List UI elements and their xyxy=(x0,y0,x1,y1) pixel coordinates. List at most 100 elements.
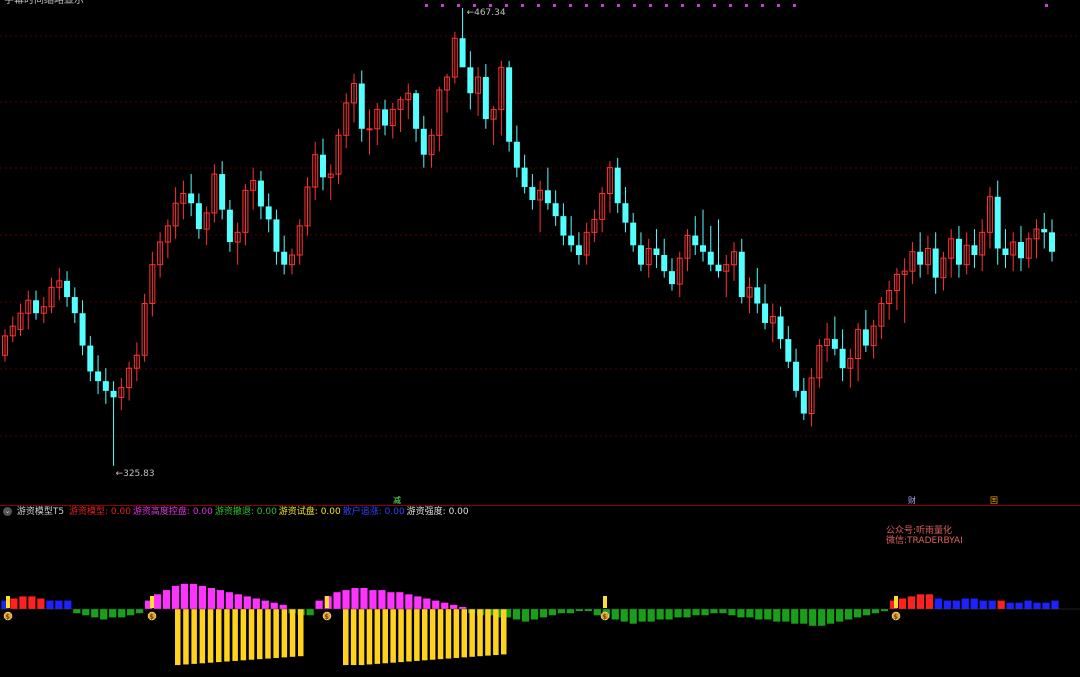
top-marker-dot xyxy=(457,4,460,7)
indicator-bar xyxy=(557,609,566,614)
candle-body xyxy=(87,345,94,372)
candle-body xyxy=(513,141,520,168)
candle-body xyxy=(521,167,528,188)
yellow-bar xyxy=(175,609,181,666)
candle-body xyxy=(257,180,264,207)
indicator-bar xyxy=(548,609,557,616)
indicator-bar xyxy=(979,600,987,609)
top-marker-dot xyxy=(745,4,748,7)
indicator-bar xyxy=(988,600,996,609)
yellow-bar xyxy=(298,609,304,657)
candle-body xyxy=(575,245,582,255)
indicator-bar xyxy=(37,598,45,609)
indicator-bar xyxy=(109,609,117,618)
candle-body xyxy=(661,254,668,272)
candle-body xyxy=(994,196,1001,249)
yellow-bar xyxy=(240,609,247,661)
yellow-bar xyxy=(453,609,460,658)
indicator-bar xyxy=(970,598,978,609)
yellow-bar xyxy=(390,609,396,663)
indicator-bar xyxy=(243,596,251,609)
candle-body xyxy=(273,219,280,252)
indicator-bar xyxy=(809,609,817,626)
candle-body xyxy=(459,38,466,68)
top-marker-dot xyxy=(553,4,556,7)
candle-body xyxy=(831,339,838,349)
candle-body xyxy=(188,193,195,204)
indicator-bar xyxy=(907,596,916,609)
yellow-bar xyxy=(350,609,357,666)
marker-label: $ xyxy=(603,613,607,621)
candlestick-chart[interactable]: 字幕时间缩略显示 ←467.34 ←325.83 减 财 囯 $ $ $ $ $ xyxy=(0,0,1080,677)
legend-item: 散户追涨: 0.00 xyxy=(342,507,405,517)
indicator-bar xyxy=(10,598,18,609)
indicator-bar xyxy=(64,600,72,609)
yellow-bar xyxy=(199,609,206,664)
yellow-bar xyxy=(406,609,412,662)
top-marker-dot xyxy=(585,4,588,7)
candle-body xyxy=(95,371,102,382)
indicator-bar xyxy=(450,604,458,609)
yellow-bar xyxy=(366,609,373,665)
indicator-bar xyxy=(82,609,90,616)
legend-item: 游资撤退: 0.00 xyxy=(214,507,277,517)
candle-body xyxy=(467,67,474,94)
yellow-bar xyxy=(493,609,499,656)
indicator-bar xyxy=(55,600,63,609)
indicator-bar xyxy=(279,604,287,609)
yellow-bar xyxy=(289,609,296,657)
candle-body xyxy=(506,67,513,142)
collapse-icon[interactable]: ⌄ xyxy=(3,507,12,516)
marker-label: $ xyxy=(325,613,329,621)
marker-label: $ xyxy=(894,613,898,621)
indicator-bar xyxy=(620,609,628,622)
candle-body xyxy=(482,77,489,120)
candle-body xyxy=(692,235,699,246)
top-marker-dot xyxy=(473,4,476,7)
legend-item: 游资高度控盘: 0.00 xyxy=(132,507,213,517)
indicator-bar xyxy=(405,594,413,609)
indicator-bar xyxy=(746,609,754,618)
candle-body xyxy=(79,313,86,346)
indicator-bar xyxy=(378,590,386,609)
indicator-bar xyxy=(432,600,440,609)
indicator-bar xyxy=(252,598,260,609)
marker-label: $ xyxy=(150,613,154,621)
indicator-bar xyxy=(880,609,889,612)
candle-body xyxy=(839,348,846,369)
candle-body xyxy=(707,251,714,265)
candle-body xyxy=(1049,232,1055,252)
yellow-bar xyxy=(257,609,263,660)
indicator-bar xyxy=(162,590,171,609)
top-marker-dot xyxy=(425,4,428,7)
indicator-bar xyxy=(925,594,933,609)
indicator-bar xyxy=(737,609,745,618)
top-marker-dot xyxy=(521,4,524,7)
legend-item: 游资强度: 0.00 xyxy=(406,507,469,517)
candle-body xyxy=(971,245,978,255)
candle-body xyxy=(560,216,567,236)
yellow-bar xyxy=(485,609,491,656)
candle-body xyxy=(281,251,288,265)
indicator-bar xyxy=(261,600,269,609)
candle-body xyxy=(777,316,784,340)
indicator-bar xyxy=(638,609,646,622)
indicator-bar xyxy=(701,609,709,616)
candle-body xyxy=(71,297,78,314)
indicator-bar xyxy=(1051,600,1059,609)
yellow-bar xyxy=(232,609,238,661)
window-title-fragment: 字幕时间缩略显示 xyxy=(4,0,84,6)
price-high-label: ←467.34 xyxy=(467,8,506,18)
yellow-bar xyxy=(429,609,436,660)
yellow-bar xyxy=(445,609,452,659)
indicator-bar xyxy=(369,590,377,609)
top-marker-dot xyxy=(793,4,796,7)
indicator-bar xyxy=(342,590,350,609)
yellow-bar xyxy=(281,609,288,658)
top-marker-dot xyxy=(681,4,684,7)
candle-body xyxy=(1002,248,1009,255)
indicator-bar xyxy=(844,609,853,620)
indicator-bar xyxy=(423,598,431,609)
indicator-bar xyxy=(127,609,135,616)
indicator-bar xyxy=(225,592,233,609)
